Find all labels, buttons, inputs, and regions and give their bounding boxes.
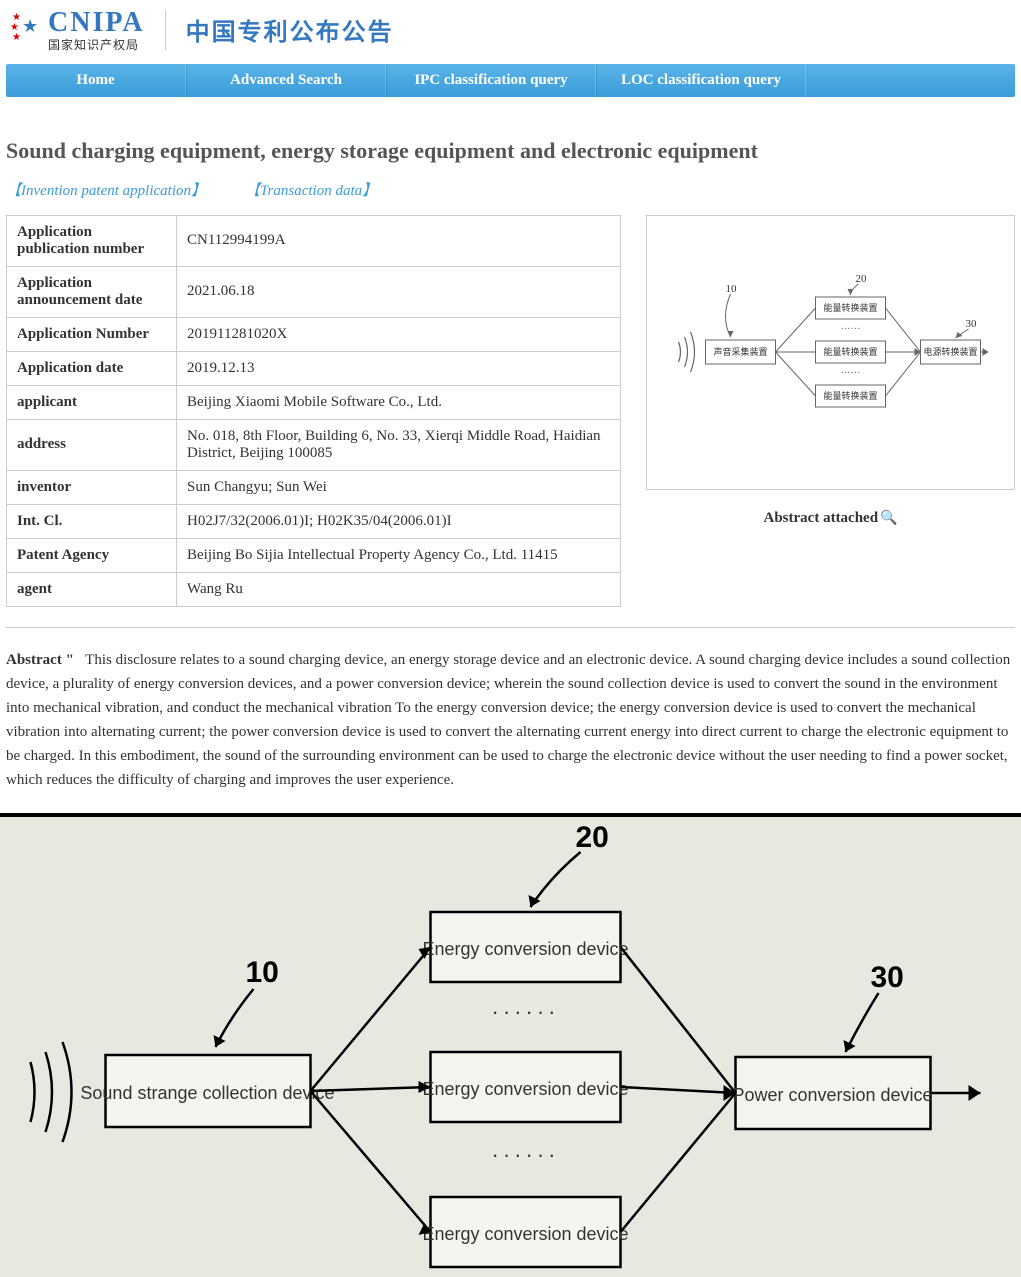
tab-transaction-data[interactable]: Transaction data bbox=[245, 179, 377, 200]
svg-text:30: 30 bbox=[966, 318, 978, 330]
svg-text:Energy conversion device: Energy conversion device bbox=[422, 1224, 628, 1244]
header: ★ ★ ★ ★ CNIPA 国家知识产权局 中国专利公布公告 bbox=[0, 0, 1021, 60]
nav-home[interactable]: Home bbox=[6, 64, 186, 97]
diagram-thumb-icon: 声音采集装置 10 能量转换装置 ······ 能量转换装置 ······ 能量… bbox=[657, 272, 1004, 432]
svg-text:能量转换装置: 能量转换装置 bbox=[823, 346, 877, 357]
divider bbox=[6, 627, 1015, 628]
field-label: Application Number bbox=[7, 317, 177, 351]
logo-abbr: CNIPA bbox=[48, 8, 145, 39]
field-value: No. 018, 8th Floor, Building 6, No. 33, … bbox=[177, 419, 621, 470]
field-value: 2021.06.18 bbox=[177, 266, 621, 317]
field-value: Sun Changyu; Sun Wei bbox=[177, 470, 621, 504]
tabs: Invention patent application Transaction… bbox=[6, 179, 1015, 200]
svg-text:30: 30 bbox=[871, 961, 904, 994]
table-row: Application publication numberCN11299419… bbox=[7, 215, 621, 266]
svg-text:电源转换装置: 电源转换装置 bbox=[923, 346, 977, 357]
field-label: Application publication number bbox=[7, 215, 177, 266]
field-label: address bbox=[7, 419, 177, 470]
table-row: applicantBeijing Xiaomi Mobile Software … bbox=[7, 385, 621, 419]
field-value: 201911281020X bbox=[177, 317, 621, 351]
svg-text:······: ······ bbox=[492, 1142, 560, 1167]
abstract: Abstract " This disclosure relates to a … bbox=[6, 648, 1015, 792]
svg-text:Energy conversion device: Energy conversion device bbox=[422, 939, 628, 959]
field-label: Application announcement date bbox=[7, 266, 177, 317]
svg-text:20: 20 bbox=[856, 273, 868, 285]
table-row: agentWang Ru bbox=[7, 572, 621, 606]
table-row: inventorSun Changyu; Sun Wei bbox=[7, 470, 621, 504]
table-row: Application announcement date2021.06.18 bbox=[7, 266, 621, 317]
magnify-icon: 🔍 bbox=[880, 511, 897, 526]
logo: ★ ★ ★ ★ CNIPA 国家知识产权局 bbox=[10, 8, 145, 52]
page-title: Sound charging equipment, energy storage… bbox=[6, 138, 1015, 164]
field-label: applicant bbox=[7, 385, 177, 419]
svg-text:······: ······ bbox=[841, 324, 861, 335]
field-label: Application date bbox=[7, 351, 177, 385]
field-value: Beijing Xiaomi Mobile Software Co., Ltd. bbox=[177, 385, 621, 419]
field-label: agent bbox=[7, 572, 177, 606]
abstract-text: This disclosure relates to a sound charg… bbox=[6, 652, 1010, 788]
svg-text:Power conversion device: Power conversion device bbox=[732, 1085, 932, 1105]
svg-text:······: ······ bbox=[841, 368, 861, 379]
svg-text:能量转换装置: 能量转换装置 bbox=[823, 390, 877, 401]
table-row: Application Number201911281020X bbox=[7, 317, 621, 351]
field-value: Beijing Bo Sijia Intellectual Property A… bbox=[177, 538, 621, 572]
field-label: Int. Cl. bbox=[7, 504, 177, 538]
table-row: Application date2019.12.13 bbox=[7, 351, 621, 385]
svg-text:······: ······ bbox=[492, 999, 560, 1024]
nav-advanced-search[interactable]: Advanced Search bbox=[186, 64, 386, 97]
info-table: Application publication numberCN11299419… bbox=[6, 215, 621, 607]
table-row: addressNo. 018, 8th Floor, Building 6, N… bbox=[7, 419, 621, 470]
field-label: inventor bbox=[7, 470, 177, 504]
diagram-large: 20 Energy conversion device ······ Energ… bbox=[0, 813, 1021, 1277]
header-divider bbox=[165, 10, 166, 50]
site-title: 中国专利公布公告 bbox=[186, 12, 394, 47]
field-value: 2019.12.13 bbox=[177, 351, 621, 385]
field-value: CN112994199A bbox=[177, 215, 621, 266]
abstract-label: Abstract " bbox=[6, 652, 74, 668]
svg-text:声音采集装置: 声音采集装置 bbox=[713, 346, 767, 357]
svg-text:Sound strange collection devic: Sound strange collection device bbox=[80, 1083, 334, 1103]
field-value: H02J7/32(2006.01)I; H02K35/04(2006.01)I bbox=[177, 504, 621, 538]
svg-text:能量转换装置: 能量转换装置 bbox=[823, 302, 877, 313]
table-row: Patent AgencyBeijing Bo Sijia Intellectu… bbox=[7, 538, 621, 572]
svg-text:20: 20 bbox=[576, 821, 609, 854]
svg-text:10: 10 bbox=[246, 956, 279, 989]
field-label: Patent Agency bbox=[7, 538, 177, 572]
tab-invention-patent[interactable]: Invention patent application bbox=[6, 179, 206, 200]
svg-text:Energy conversion device: Energy conversion device bbox=[422, 1079, 628, 1099]
svg-text:10: 10 bbox=[726, 283, 738, 295]
abstract-figure-thumb[interactable]: 声音采集装置 10 能量转换装置 ······ 能量转换装置 ······ 能量… bbox=[646, 215, 1015, 490]
nav-loc-query[interactable]: LOC classification query bbox=[596, 64, 806, 97]
nav-bar: Home Advanced Search IPC classification … bbox=[6, 64, 1015, 97]
logo-subtitle: 国家知识产权局 bbox=[48, 39, 145, 52]
field-value: Wang Ru bbox=[177, 572, 621, 606]
table-row: Int. Cl.H02J7/32(2006.01)I; H02K35/04(20… bbox=[7, 504, 621, 538]
logo-stars-icon: ★ ★ ★ ★ bbox=[10, 10, 40, 50]
abstract-attached-link[interactable]: Abstract attached🔍 bbox=[646, 510, 1015, 527]
nav-ipc-query[interactable]: IPC classification query bbox=[386, 64, 596, 97]
